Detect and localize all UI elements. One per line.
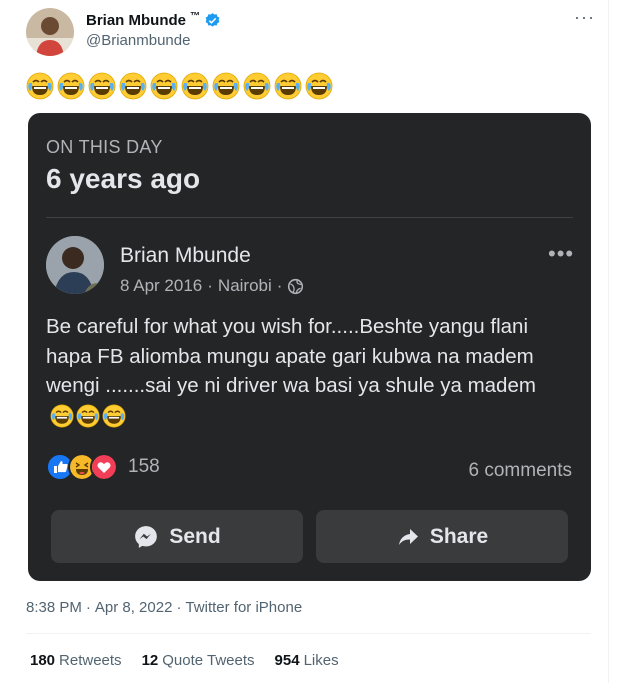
laughing-emoji-icon bbox=[212, 72, 240, 100]
post-more-icon: ••• bbox=[548, 241, 575, 266]
laughing-emoji-icon bbox=[102, 404, 126, 428]
author-avatar[interactable] bbox=[26, 8, 74, 56]
meta-separator: · bbox=[276, 276, 283, 295]
send-label: Send bbox=[169, 524, 221, 548]
tweet-container: Brian Mbunde ™ @Brianmbunde ··· ON THIS … bbox=[0, 0, 609, 683]
author-name-row[interactable]: Brian Mbunde ™ bbox=[86, 11, 221, 29]
share-button: Share bbox=[316, 510, 568, 563]
reactions-summary: 158 bbox=[46, 453, 160, 481]
retweets-stat[interactable]: 180 Retweets bbox=[30, 652, 122, 669]
laughing-emoji-icon bbox=[76, 404, 100, 428]
reaction-count: 158 bbox=[128, 456, 160, 477]
messenger-icon bbox=[135, 525, 158, 548]
verified-badge-icon bbox=[205, 12, 220, 27]
meta-separator: · bbox=[85, 599, 91, 616]
more-options-icon[interactable]: ··· bbox=[574, 8, 594, 30]
memory-screenshot-image[interactable]: ON THIS DAY 6 years ago Brian Mbunde 8 A… bbox=[28, 113, 591, 581]
divider bbox=[26, 633, 591, 634]
post-text: Be careful for what you wish for.....Bes… bbox=[46, 312, 576, 430]
post-meta: 8 Apr 2016 · Nairobi · bbox=[120, 276, 304, 296]
divider bbox=[46, 217, 573, 218]
tweet-text-emoji bbox=[26, 72, 333, 100]
laughing-emoji-icon bbox=[243, 72, 271, 100]
laughing-emoji-icon bbox=[50, 404, 74, 428]
years-ago-title: 6 years ago bbox=[46, 163, 201, 194]
on-this-day-label: ON THIS DAY bbox=[46, 137, 163, 157]
comments-count: 6 comments bbox=[468, 460, 572, 481]
post-date: 8 Apr 2016 bbox=[120, 276, 203, 295]
send-button: Send bbox=[51, 510, 303, 563]
engagement-stats: 180 Retweets 12 Quote Tweets 954 Likes bbox=[30, 652, 339, 669]
laughing-emoji-icon bbox=[57, 72, 85, 100]
quote-tweets-stat[interactable]: 12 Quote Tweets bbox=[142, 652, 255, 669]
meta-separator: · bbox=[176, 599, 182, 616]
tweet-source[interactable]: Twitter for iPhone bbox=[185, 599, 302, 616]
tweet-time[interactable]: 8:38 PM bbox=[26, 599, 82, 616]
laughing-emoji-icon bbox=[274, 72, 302, 100]
laughing-emoji-icon bbox=[181, 72, 209, 100]
laughing-emoji-icon bbox=[305, 72, 333, 100]
post-author-avatar bbox=[46, 236, 104, 294]
post-location: Nairobi bbox=[217, 276, 272, 295]
post-emoji bbox=[50, 404, 126, 428]
author-name[interactable]: Brian Mbunde ™ bbox=[86, 11, 200, 29]
laughing-emoji-icon bbox=[26, 72, 54, 100]
likes-stat[interactable]: 954 Likes bbox=[275, 652, 339, 669]
love-reaction-icon bbox=[90, 453, 118, 481]
tweet-date[interactable]: Apr 8, 2022 bbox=[95, 599, 173, 616]
share-label: Share bbox=[429, 524, 489, 548]
laughing-emoji-icon bbox=[119, 72, 147, 100]
share-arrow-icon bbox=[398, 528, 418, 545]
laughing-emoji-icon bbox=[88, 72, 116, 100]
author-handle[interactable]: @Brianmbunde bbox=[86, 32, 190, 49]
laughing-emoji-icon bbox=[150, 72, 178, 100]
post-author-name: Brian Mbunde bbox=[120, 244, 251, 267]
tweet-meta: 8:38 PM · Apr 8, 2022 · Twitter for iPho… bbox=[26, 599, 302, 616]
globe-icon bbox=[288, 278, 304, 294]
meta-separator: · bbox=[207, 276, 213, 295]
